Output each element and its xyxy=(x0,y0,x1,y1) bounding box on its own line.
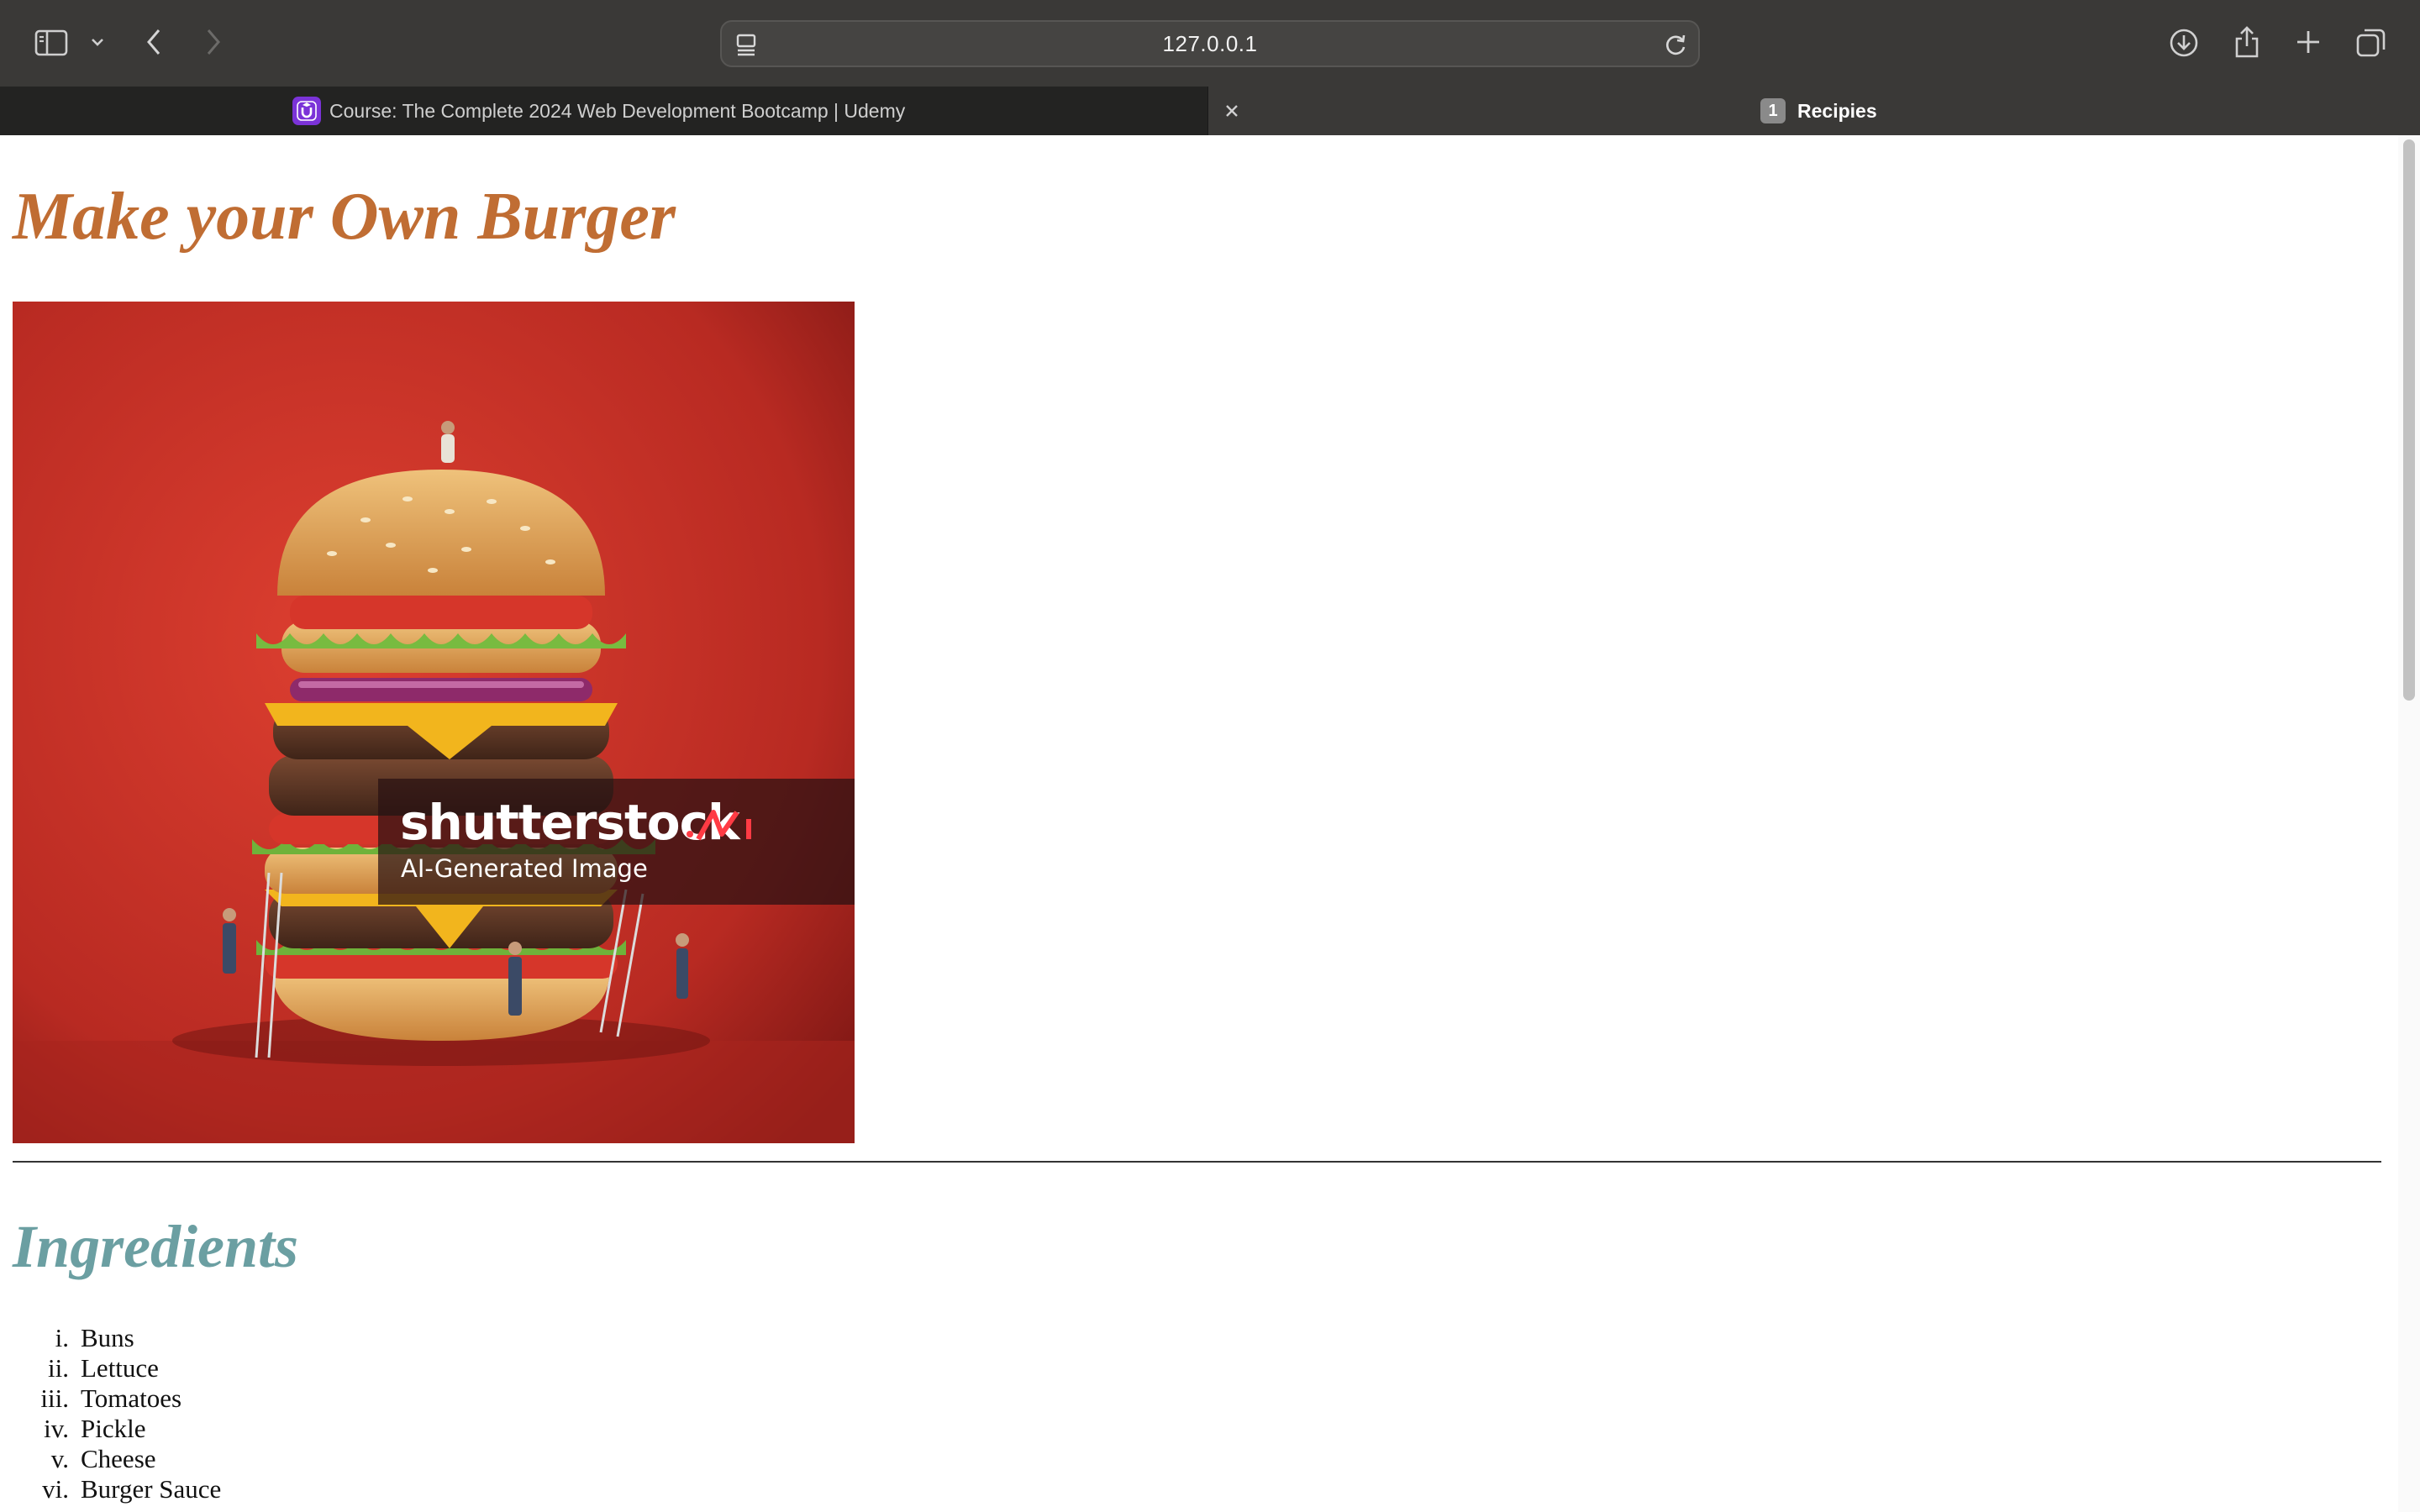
tab-recipies[interactable]: 1 Recipies xyxy=(1760,87,1877,135)
tabs-overview-icon[interactable] xyxy=(2354,25,2389,60)
ai-logo-icon xyxy=(685,801,760,848)
ingredient-text: Tomatoes xyxy=(81,1383,182,1413)
page-viewport: Make your Own Burger shutterstock AI-Gen… xyxy=(0,135,2420,1512)
list-marker: ii. xyxy=(48,1353,69,1383)
chevron-down-icon[interactable] xyxy=(87,32,108,52)
ingredients-heading: Ingredients xyxy=(13,1213,299,1280)
plus-icon[interactable] xyxy=(2291,25,2325,59)
address-bar[interactable]: 127.0.0.1 xyxy=(720,20,1700,67)
back-icon[interactable] xyxy=(141,25,166,59)
tab-bar: Course: The Complete 2024 Web Developmen… xyxy=(0,87,2420,135)
page-title: Make your Own Burger xyxy=(13,180,676,254)
share-icon[interactable] xyxy=(2231,24,2263,60)
sidebar-icon[interactable] xyxy=(32,27,71,59)
ingredient-text: Pickle xyxy=(81,1414,146,1443)
ingredient-text: Lettuce xyxy=(81,1353,159,1383)
udemy-icon xyxy=(292,97,321,125)
vertical-scrollbar[interactable] xyxy=(2398,135,2420,1512)
watermark-caption: AI-Generated Image xyxy=(401,854,648,883)
burger-image: shutterstock AI-Generated Image xyxy=(13,302,855,1143)
reload-icon[interactable] xyxy=(1663,31,1690,58)
list-marker: vi. xyxy=(42,1474,69,1504)
list-marker: iii. xyxy=(40,1383,69,1413)
stock-watermark: shutterstock AI-Generated Image xyxy=(378,779,855,905)
forward-icon[interactable] xyxy=(201,25,226,59)
close-icon[interactable] xyxy=(1219,98,1244,123)
ingredient-text: Cheese xyxy=(81,1444,156,1473)
horizontal-rule xyxy=(13,1161,2381,1163)
ingredient-text: Burger Sauce xyxy=(81,1474,222,1504)
list-marker: v. xyxy=(50,1444,69,1473)
tab-title: Recipies xyxy=(1797,99,1877,122)
tab-group-badge: 1 xyxy=(1760,98,1786,123)
browser-toolbar: 127.0.0.1 xyxy=(0,0,2420,87)
scrollbar-thumb[interactable] xyxy=(2403,139,2415,701)
list-marker: iv. xyxy=(44,1414,69,1443)
tab-title: Course: The Complete 2024 Web Developmen… xyxy=(329,99,906,122)
list-marker: i. xyxy=(55,1323,69,1352)
address-text: 127.0.0.1 xyxy=(1162,30,1258,56)
download-icon[interactable] xyxy=(2166,25,2202,60)
ingredient-text: Buns xyxy=(81,1323,134,1352)
tab-udemy-course[interactable]: Course: The Complete 2024 Web Developmen… xyxy=(0,87,1208,135)
